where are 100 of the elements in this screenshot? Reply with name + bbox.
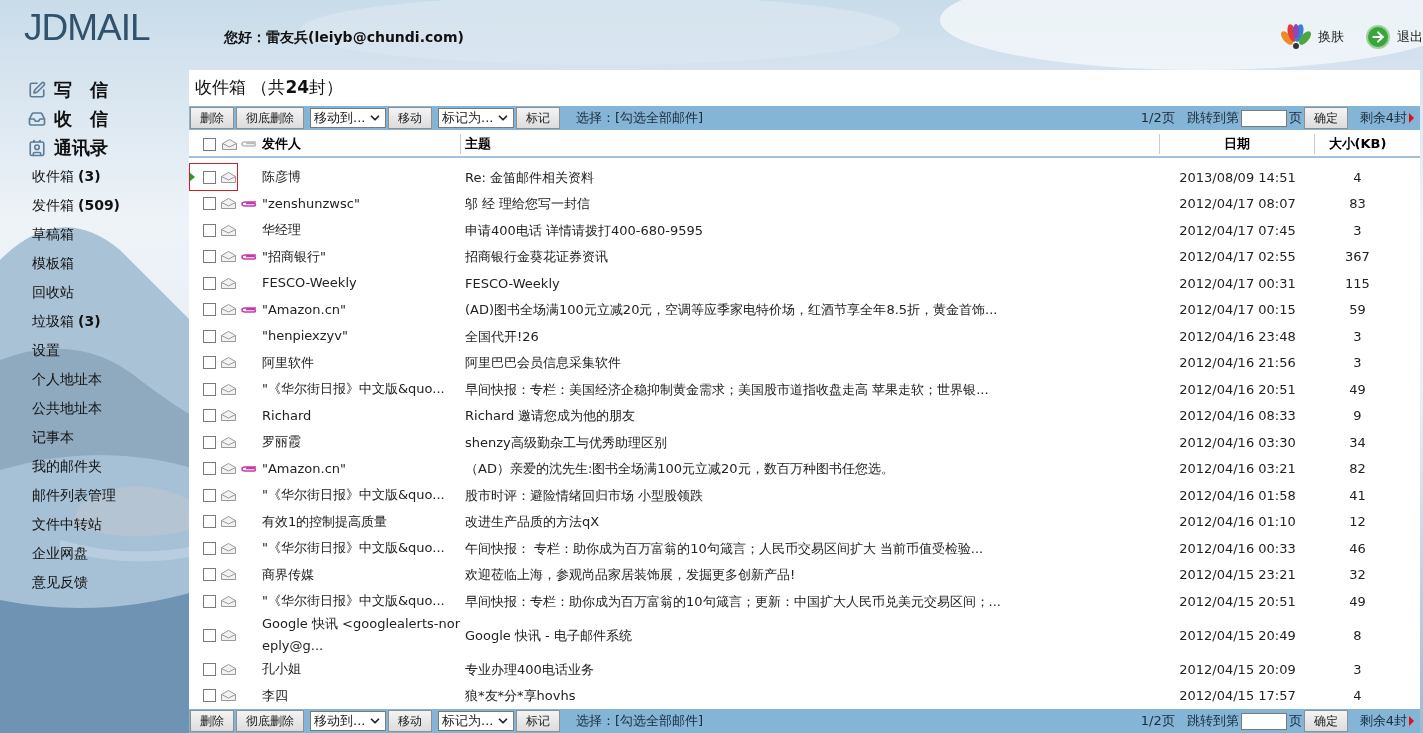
sidebar-item[interactable]: 回收站 (32, 282, 74, 303)
column-header[interactable]: 大小(KB) (1315, 134, 1400, 154)
checkbox[interactable] (203, 689, 216, 703)
move-button[interactable]: 移动 (388, 107, 432, 129)
checkbox[interactable] (203, 250, 216, 264)
checkbox[interactable] (202, 137, 216, 151)
confirm-button[interactable]: 确定 (1303, 710, 1348, 732)
sidebar-item[interactable]: 企业网盘 (32, 543, 88, 564)
remaining-link[interactable]: 剩余4封 (1359, 108, 1407, 128)
checkbox[interactable] (203, 568, 216, 582)
delete-button[interactable]: 删除 (190, 107, 234, 129)
logout-link[interactable]: 退出 (1397, 27, 1423, 47)
mail-row[interactable]: 孔小姐 专业办理400电话业务 2012/04/15 20:09 3 (189, 656, 1420, 683)
mail-row[interactable]: "Amazon.cn" （AD）亲爱的沈先生:图书全场满100元立减20元，数百万种图书任您选。 2012/04/16 03:21 82 (189, 455, 1420, 482)
current-row-arrow-icon (189, 172, 195, 183)
envelope-icon (221, 542, 236, 554)
mail-row[interactable]: "henpiexzyv" 全国代开!26 2012/04/16 23:48 3 (189, 323, 1420, 350)
permanent-delete-button[interactable]: 彻底删除 (236, 107, 304, 129)
column-header[interactable]: 发件人 (260, 134, 461, 154)
delete-button[interactable]: 删除 (190, 710, 234, 732)
move-button[interactable]: 移动 (388, 710, 432, 732)
dropdown[interactable]: 移动到... (310, 108, 386, 128)
mail-row[interactable]: "《华尔街日报》中文版&quo... 早间快报：专栏：美国经济企稳抑制黄金需求；美国股市道指收盘走高 苹果走软；世界银... 2012/04/16 20:51 49 (189, 376, 1420, 403)
dropdown[interactable]: 标记为... (438, 108, 514, 128)
checkbox[interactable] (203, 303, 216, 317)
skin-link[interactable]: 换肤 (1318, 27, 1344, 47)
page-input[interactable] (1240, 712, 1287, 730)
checkbox[interactable] (203, 628, 216, 642)
sidebar-item[interactable]: 邮件列表管理 (32, 485, 116, 506)
column-header[interactable]: 日期 (1160, 134, 1315, 154)
mail-row[interactable]: 罗丽霞 shenzy高级勤杂工与优秀助理区别 2012/04/16 03:30 34 (189, 429, 1420, 456)
mark-button[interactable]: 标记 (516, 710, 560, 732)
envelope-icon (221, 224, 236, 236)
checkbox[interactable] (203, 462, 216, 476)
sidebar-item[interactable]: 意见反馈 (32, 572, 88, 593)
size-cell-text: 49 (1348, 380, 1367, 399)
date-cell-text: 2012/04/16 08:33 (1178, 407, 1297, 425)
date-cell-text: 2012/04/16 20:51 (1178, 380, 1297, 399)
mail-row[interactable]: 陈彦博 Re: 金笛邮件相关资料 2013/08/09 14:51 4 (189, 164, 1420, 191)
sidebar-item[interactable]: 模板箱 (32, 253, 74, 274)
checkbox[interactable] (203, 409, 216, 423)
permanent-delete-button[interactable]: 彻底删除 (236, 710, 304, 732)
next-arrow-icon[interactable] (1409, 716, 1414, 726)
sidebar-action[interactable]: 收 信 (54, 105, 108, 132)
mail-row[interactable]: 有效1的控制提高质量 改进生产品质的方法qX 2012/04/16 01:10 12 (189, 508, 1420, 535)
mail-row[interactable]: "zenshunzwsc" 邬 经 理给您写一封信 2012/04/17 08:07 83 (189, 190, 1420, 217)
sidebar-item[interactable]: 记事本 (32, 427, 74, 448)
checkbox[interactable] (203, 223, 216, 237)
sidebar-action[interactable]: 写 信 (54, 76, 108, 103)
size-cell-text: 83 (1348, 195, 1367, 213)
dropdown[interactable]: 移动到... (310, 711, 386, 731)
sidebar-item[interactable]: 垃圾箱 (3) (32, 311, 101, 332)
checkbox[interactable] (203, 435, 216, 449)
sidebar-item[interactable]: 文件中转站 (32, 514, 102, 535)
sender-cell-text: "henpiexzyv" (261, 327, 349, 346)
compose-icon (28, 80, 46, 99)
checkbox[interactable] (203, 662, 216, 676)
select-all-link[interactable]: 选择：[勾选全部邮件] (576, 108, 704, 128)
select-all-link[interactable]: 选择：[勾选全部邮件] (576, 711, 704, 731)
checkbox[interactable] (203, 541, 216, 555)
mail-row[interactable]: 阿里软件 阿里巴巴会员信息采集软件 2012/04/16 21:56 3 (189, 349, 1420, 376)
remaining-link[interactable]: 剩余4封 (1359, 711, 1407, 731)
mail-row[interactable]: Richard Richard 邀请您成为他的朋友 2012/04/16 08:33 9 (189, 402, 1420, 429)
contact-card-icon (28, 138, 46, 157)
subject-cell-text: Richard 邀请您成为他的朋友 (464, 407, 637, 425)
mail-row[interactable]: "《华尔街日报》中文版&quo... 早间快报：专栏：助你成为百万富翁的10句箴言；更新：中国扩大人民币兑美元交易区间；... 2012/04/15 20:51 49 (189, 588, 1420, 615)
sidebar-item[interactable]: 个人地址本 (32, 369, 102, 390)
checkbox[interactable] (203, 356, 216, 370)
date-cell-text: 2012/04/16 21:56 (1178, 354, 1297, 372)
sidebar-item[interactable]: 草稿箱 (32, 224, 74, 245)
mail-row[interactable]: 李四 狼*友*分*享hovhs 2012/04/15 17:57 4 (189, 682, 1420, 710)
mail-row[interactable]: "Amazon.cn" (AD)图书全场满100元立减20元，空调等应季家电特价场，红酒节享全年8.5折，黄金首饰... 2012/04/17 00:15 59 (189, 296, 1420, 323)
page-input[interactable] (1240, 109, 1287, 127)
checkbox[interactable] (203, 329, 216, 343)
sidebar-item[interactable]: 收件箱 (3) (32, 166, 101, 187)
mail-row[interactable]: "招商银行" 招商银行金葵花证券资讯 2012/04/17 02:55 367 (189, 243, 1420, 270)
dropdown[interactable]: 标记为... (438, 711, 514, 731)
checkbox[interactable] (203, 515, 216, 529)
mail-row[interactable]: FESCO-Weekly FESCO-Weekly 2012/04/17 00:31 115 (189, 270, 1420, 297)
confirm-button[interactable]: 确定 (1303, 107, 1348, 129)
mail-row[interactable]: 华经理 申请400电话 详情请拨打400-680-9595 2012/04/17 07:45 3 (189, 217, 1420, 244)
mail-row[interactable]: "《华尔街日报》中文版&quo... 股市时评：避险情绪回归市场 小型股领跌 2012/04/16 01:58 41 (189, 482, 1420, 509)
sidebar-item[interactable]: 公共地址本 (32, 398, 102, 419)
column-header[interactable]: 主题 (461, 134, 1160, 154)
sidebar-item[interactable]: 发件箱 (509) (32, 195, 121, 216)
checkbox[interactable] (203, 594, 216, 608)
mark-button[interactable]: 标记 (516, 107, 560, 129)
sidebar-item[interactable]: 我的邮件夹 (32, 456, 102, 477)
sidebar-item[interactable]: 设置 (32, 340, 60, 361)
checkbox[interactable] (203, 488, 216, 502)
mail-row[interactable]: Google 快讯 <googlealerts-noreply@g... Google 快讯 - 电子邮件系统 2012/04/15 20:49 8 (189, 614, 1420, 657)
checkbox[interactable] (203, 170, 216, 184)
mail-row[interactable]: "《华尔街日报》中文版&quo... 午间快报： 专栏：助你成为百万富翁的10句箴言；人民币交易区间扩大 当前币值受检验... 2012/04/16 00:33 46 (189, 535, 1420, 562)
next-arrow-icon[interactable] (1409, 113, 1414, 123)
checkbox[interactable] (203, 382, 216, 396)
subject-cell-text: Re: 金笛邮件相关资料 (464, 168, 595, 187)
checkbox[interactable] (203, 276, 216, 290)
mail-row[interactable]: 商界传媒 欢迎莅临上海，参观尚品家居装饰展，发掘更多创新产品! 2012/04/15 23:21 32 (189, 561, 1420, 588)
checkbox[interactable] (203, 197, 216, 211)
sidebar-action[interactable]: 通讯录 (54, 134, 108, 161)
